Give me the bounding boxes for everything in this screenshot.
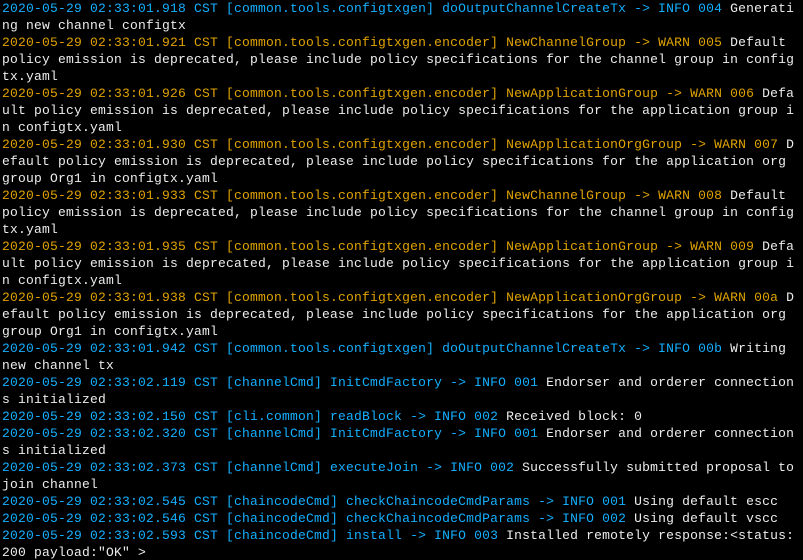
log-line: 2020-05-29 02:33:02.373 CST [channelCmd]… [2,459,801,493]
log-line: 2020-05-29 02:33:02.545 CST [chaincodeCm… [2,493,801,510]
log-prefix: 2020-05-29 02:33:02.593 CST [chaincodeCm… [2,528,498,543]
log-prefix: 2020-05-29 02:33:02.320 CST [channelCmd]… [2,426,538,441]
log-line: 2020-05-29 02:33:01.918 CST [common.tool… [2,0,801,34]
log-message: Using default escc [626,494,778,509]
log-line: 2020-05-29 02:33:01.926 CST [common.tool… [2,85,801,136]
log-prefix: 2020-05-29 02:33:01.933 CST [common.tool… [2,188,722,203]
log-line: 2020-05-29 02:33:01.933 CST [common.tool… [2,187,801,238]
log-line: 2020-05-29 02:33:02.320 CST [channelCmd]… [2,425,801,459]
log-line: 2020-05-29 02:33:02.546 CST [chaincodeCm… [2,510,801,527]
log-prefix: 2020-05-29 02:33:01.935 CST [common.tool… [2,239,754,254]
log-prefix: 2020-05-29 02:33:02.546 CST [chaincodeCm… [2,511,626,526]
log-prefix: 2020-05-29 02:33:02.373 CST [channelCmd]… [2,460,514,475]
log-line: 2020-05-29 02:33:02.593 CST [chaincodeCm… [2,527,801,560]
log-prefix: 2020-05-29 02:33:01.926 CST [common.tool… [2,86,754,101]
log-line: 2020-05-29 02:33:02.119 CST [channelCmd]… [2,374,801,408]
log-line: 2020-05-29 02:33:02.150 CST [cli.common]… [2,408,801,425]
log-line: 2020-05-29 02:33:01.942 CST [common.tool… [2,340,801,374]
log-message: Received block: 0 [498,409,642,424]
log-prefix: 2020-05-29 02:33:02.119 CST [channelCmd]… [2,375,538,390]
log-prefix: 2020-05-29 02:33:01.942 CST [common.tool… [2,341,722,356]
log-prefix: 2020-05-29 02:33:01.938 CST [common.tool… [2,290,778,305]
log-message: Using default vscc [626,511,778,526]
log-prefix: 2020-05-29 02:33:01.918 CST [common.tool… [2,1,722,16]
log-line: 2020-05-29 02:33:01.935 CST [common.tool… [2,238,801,289]
log-line: 2020-05-29 02:33:01.930 CST [common.tool… [2,136,801,187]
log-prefix: 2020-05-29 02:33:01.930 CST [common.tool… [2,137,778,152]
log-line: 2020-05-29 02:33:01.921 CST [common.tool… [2,34,801,85]
log-line: 2020-05-29 02:33:01.938 CST [common.tool… [2,289,801,340]
terminal-output[interactable]: 2020-05-29 02:33:01.918 CST [common.tool… [0,0,803,560]
log-prefix: 2020-05-29 02:33:02.545 CST [chaincodeCm… [2,494,626,509]
log-prefix: 2020-05-29 02:33:02.150 CST [cli.common]… [2,409,498,424]
log-prefix: 2020-05-29 02:33:01.921 CST [common.tool… [2,35,722,50]
